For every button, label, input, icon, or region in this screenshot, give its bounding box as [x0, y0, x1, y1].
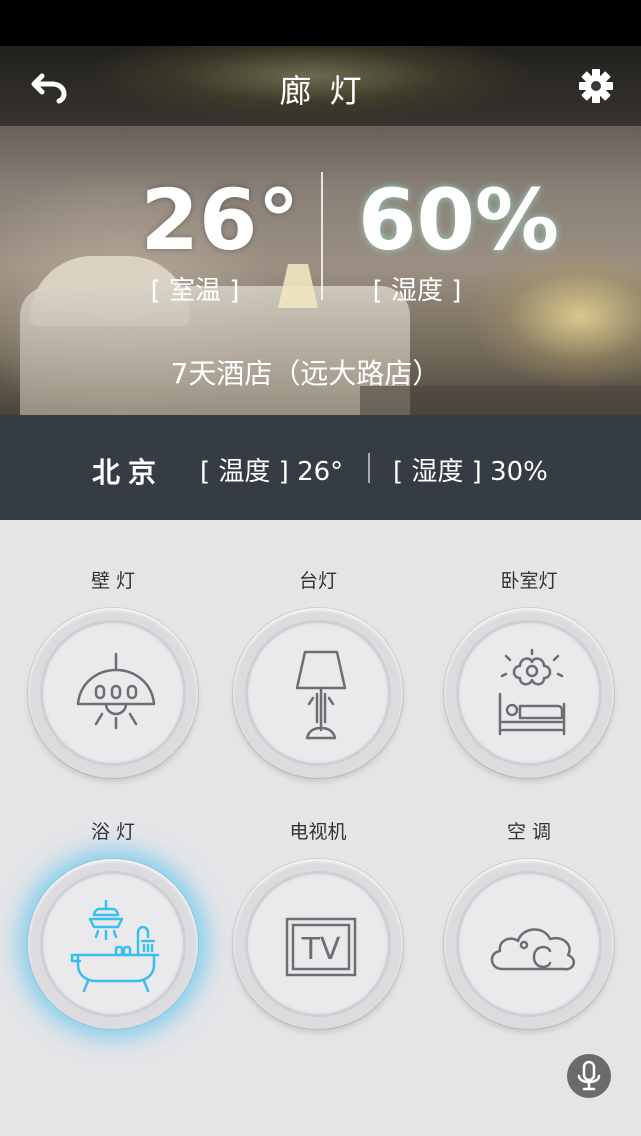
city-name: 北京 [92, 456, 165, 489]
city-temperature: [ 温度 ] 26° [200, 457, 344, 487]
device-label: 壁 灯 [90, 570, 136, 592]
page-title: 廊灯 [279, 72, 380, 110]
device-label: 浴 灯 [90, 821, 136, 843]
bedroom-light-icon [498, 648, 566, 736]
room-humidity-value: 60% [358, 171, 560, 269]
room-humidity-label: [ 湿度 ] [372, 276, 462, 306]
tv-button[interactable]: TV [233, 859, 403, 1029]
table-lamp-button[interactable] [233, 608, 403, 778]
wall-lamp-button[interactable] [28, 608, 198, 778]
status-bar [0, 0, 641, 46]
weather-divider [368, 453, 370, 483]
reading-divider [321, 172, 323, 300]
device-label: 台灯 [298, 570, 337, 592]
device-label: 电视机 [289, 821, 347, 843]
device-bedroom-light: 卧室灯 [439, 566, 619, 778]
air-conditioner-icon [490, 928, 576, 971]
device-bath-light: 浴 灯 [23, 817, 203, 1029]
city-weather-band: 北京 [ 温度 ] 26° [ 湿度 ] 30% [0, 415, 641, 520]
device-table-lamp: 台灯 [228, 566, 408, 778]
device-label: 卧室灯 [500, 570, 558, 592]
bedroom-light-button[interactable] [444, 608, 614, 778]
room-temperature-value: 26° [140, 171, 300, 269]
device-label: 空 调 [506, 821, 552, 843]
device-tv: 电视机 TV [228, 817, 408, 1029]
voice-input-button[interactable] [567, 1054, 611, 1098]
bath-light-icon [70, 899, 160, 993]
top-bar: 廊灯 [0, 46, 641, 126]
microphone-icon [577, 1060, 601, 1091]
hotel-name: 7天酒店（远大路店） [170, 357, 441, 390]
settings-button[interactable] [574, 64, 618, 108]
device-air-conditioner: 空 调 [439, 817, 619, 1029]
bath-light-button[interactable] [28, 859, 198, 1029]
svg-text:TV: TV [301, 932, 341, 967]
gear-icon [579, 69, 613, 103]
air-conditioner-button[interactable] [444, 859, 614, 1029]
device-wall-lamp: 壁 灯 [23, 566, 203, 778]
room-temperature-label: [ 室温 ] [150, 276, 240, 306]
tv-icon: TV [285, 917, 357, 977]
table-lamp-icon [295, 650, 347, 740]
city-humidity: [ 湿度 ] 30% [393, 457, 548, 487]
wall-lamp-icon [76, 652, 156, 730]
